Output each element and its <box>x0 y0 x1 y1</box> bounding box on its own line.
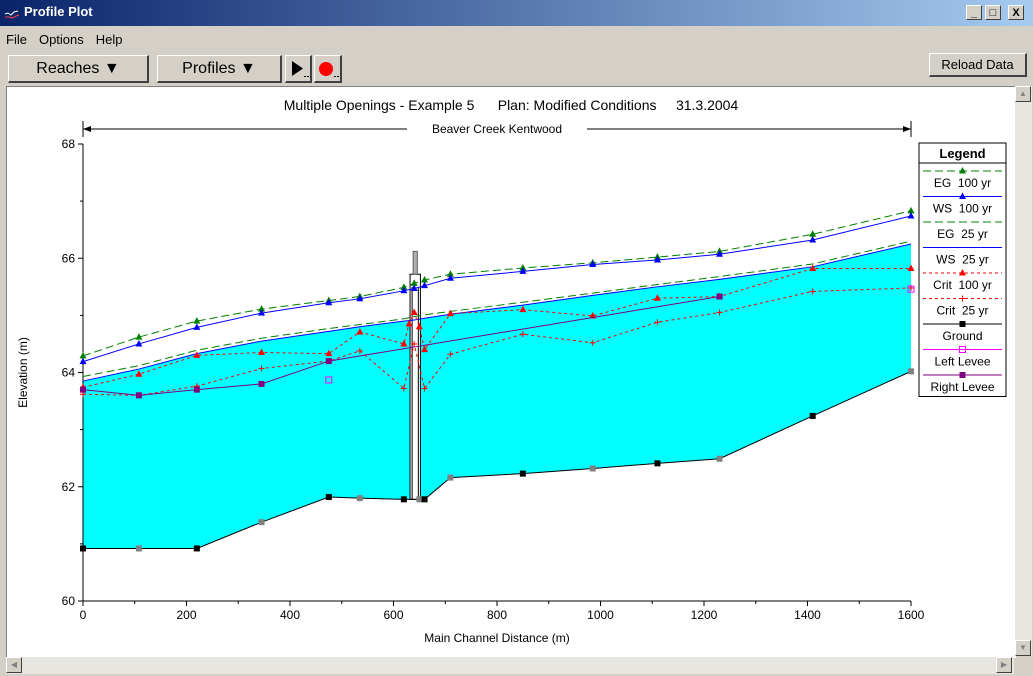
reach-label: Beaver Creek Kentwood <box>432 122 562 136</box>
x-tick-label: 400 <box>280 608 300 622</box>
x-tick-label: 1400 <box>794 608 821 622</box>
menu-bar: File Options Help <box>0 30 129 50</box>
y-axis-label: Elevation (m) <box>16 337 30 408</box>
legend-item-label: Ground <box>942 329 982 343</box>
scroll-down-button[interactable]: ▼ <box>1015 640 1031 656</box>
y-tick-label: 68 <box>62 137 76 151</box>
play-icon <box>292 61 309 77</box>
legend-item-label: Left Levee <box>934 355 990 369</box>
profiles-button[interactable]: Profiles ▼ <box>157 55 282 83</box>
close-button[interactable]: X <box>1008 5 1024 20</box>
series-right-levee-point <box>80 386 86 393</box>
legend-item-label: EG 25 yr <box>937 227 988 241</box>
minimize-button[interactable]: _ <box>966 5 982 20</box>
series-ground-point <box>80 545 86 552</box>
series-ground-point <box>325 494 332 501</box>
series-right-levee-point <box>258 380 265 387</box>
reaches-button[interactable]: Reaches ▼ <box>8 55 149 83</box>
bridge-deck <box>409 273 421 500</box>
plot-area[interactable]: Multiple Openings - Example 5 Plan: Modi… <box>6 86 1016 658</box>
scroll-right-button[interactable]: ▶ <box>996 657 1012 673</box>
reload-data-button[interactable]: Reload Data <box>929 53 1027 77</box>
legend-item-label: Crit 25 yr <box>936 304 988 318</box>
y-tick-label: 64 <box>62 366 76 380</box>
series-ground-point <box>421 496 428 503</box>
series-ground-point <box>356 495 363 502</box>
legend-title: Legend <box>939 146 985 161</box>
record-icon <box>319 62 339 77</box>
vertical-scrollbar[interactable]: ▲ ▼ <box>1015 86 1032 656</box>
series-ground-point <box>809 412 816 419</box>
menu-help[interactable]: Help <box>90 30 129 49</box>
app-icon <box>4 10 20 19</box>
legend-item-label: EG 100 yr <box>934 176 991 190</box>
maximize-button[interactable]: □ <box>985 5 1001 20</box>
series-ground-point <box>193 545 200 552</box>
plot-title: Multiple Openings - Example 5 Plan: Modi… <box>284 97 739 113</box>
series-right-levee-point <box>325 358 332 365</box>
legend-item-label: WS 100 yr <box>933 202 992 216</box>
series-ground-point <box>716 455 723 462</box>
series-ground-point <box>258 519 265 526</box>
y-tick-label: 62 <box>62 480 76 494</box>
window-title: Profile Plot <box>24 4 93 19</box>
series-ground-point <box>589 465 596 472</box>
legend-item-label: WS 25 yr <box>936 253 989 267</box>
series-right-levee-point <box>193 386 200 393</box>
series-ground-point <box>447 474 454 481</box>
x-tick-label: 1600 <box>898 608 925 622</box>
scroll-left-button[interactable]: ◀ <box>6 657 22 673</box>
title-bar[interactable]: Profile Plot _ □ X <box>0 0 1033 26</box>
legend-item-label: Right Levee <box>930 380 994 394</box>
series-ground-point <box>400 496 407 503</box>
legend-marker <box>959 372 966 378</box>
menu-options[interactable]: Options <box>33 30 90 49</box>
series-ground-point <box>654 460 661 467</box>
legend-item-label: Crit 100 yr <box>933 278 992 292</box>
play-button[interactable] <box>285 55 312 83</box>
x-tick-label: 600 <box>383 608 403 622</box>
series-right-levee-point <box>135 392 142 399</box>
legend-marker <box>959 321 966 327</box>
x-tick-label: 1000 <box>587 608 614 622</box>
x-tick-label: 1200 <box>691 608 718 622</box>
water-fill <box>83 243 911 549</box>
series-ground-point <box>519 470 526 477</box>
bridge-rail <box>412 250 418 275</box>
menu-file[interactable]: File <box>0 30 33 49</box>
profile-plot-window: Profile Plot _ □ X File Options Help Reach… <box>0 0 1033 676</box>
series-right-levee-point <box>716 293 723 300</box>
x-tick-label: 800 <box>487 608 507 622</box>
horizontal-scrollbar[interactable]: ◀ ▶ <box>6 657 1014 674</box>
series-ground-point <box>416 496 423 503</box>
x-tick-label: 0 <box>80 608 87 622</box>
y-tick-label: 66 <box>62 251 76 265</box>
series-ground-point <box>135 545 142 552</box>
y-tick-label: 60 <box>62 594 76 608</box>
x-tick-label: 200 <box>176 608 196 622</box>
reach-arrowhead-left <box>83 126 91 132</box>
reach-arrowhead-right <box>903 126 911 132</box>
series-ground-point <box>908 368 914 375</box>
scroll-up-button[interactable]: ▲ <box>1015 86 1031 102</box>
profile-chart: Multiple Openings - Example 5 Plan: Modi… <box>16 97 1007 645</box>
x-axis-label: Main Channel Distance (m) <box>424 631 569 645</box>
record-button[interactable] <box>314 55 342 83</box>
